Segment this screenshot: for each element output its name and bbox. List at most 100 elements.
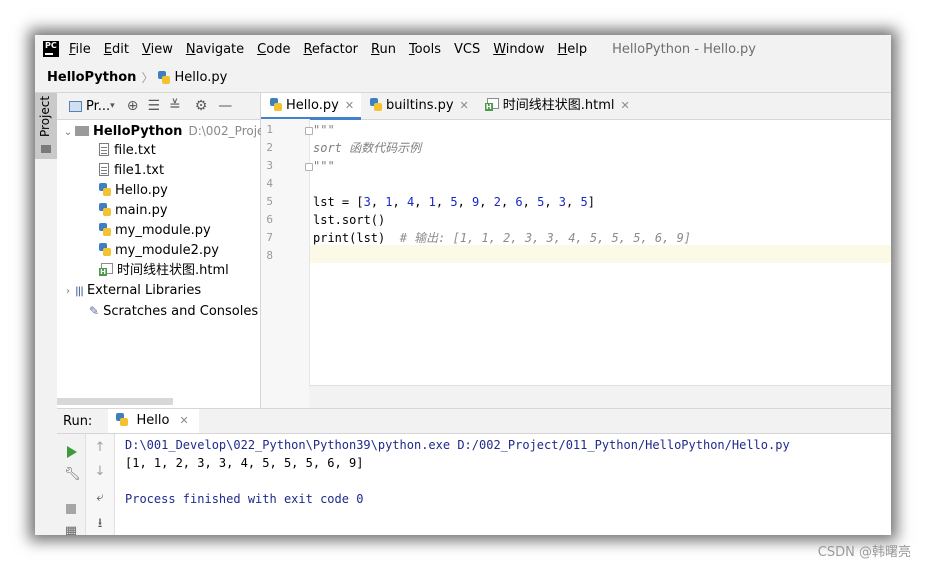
tree-item-label: my_module.py (115, 223, 211, 238)
project-view-icon (69, 100, 82, 112)
close-icon[interactable]: ✕ (621, 99, 630, 112)
tree-item-label: main.py (115, 203, 168, 218)
code-token: sort 函数代码示例 (313, 141, 422, 155)
menu-item-edit[interactable]: Edit (104, 42, 129, 57)
editor-tabs: Hello.py ✕ builtins.py ✕ 时间线柱状图.html ✕ (261, 93, 891, 120)
tree-item-label: Scratches and Consoles (103, 304, 259, 319)
project-horizontal-scrollbar[interactable] (57, 398, 173, 405)
tree-item[interactable]: 时间线柱状图.html (57, 261, 260, 281)
editor-tab[interactable]: Hello.py ✕ (261, 93, 362, 120)
project-tool-label: Project (38, 95, 52, 137)
line-number: 6 (266, 213, 273, 226)
code-token: , (370, 195, 386, 209)
menu-item-vcs[interactable]: VCS (454, 42, 480, 57)
tree-item[interactable]: my_module.py (57, 221, 260, 241)
html-file-icon (484, 98, 499, 111)
soft-wrap-icon[interactable]: ⤶ (93, 490, 107, 505)
console-output[interactable]: D:\001_Develop\022_Python\Python39\pytho… (125, 436, 790, 508)
menu-item-tools[interactable]: Tools (409, 42, 441, 57)
code-token: """ (313, 159, 335, 173)
breadcrumb-project[interactable]: HelloPython (47, 70, 136, 85)
code-token: lst = [ (313, 195, 364, 209)
expand-all-icon[interactable]: ☰ (147, 98, 160, 114)
arrow-up-icon[interactable]: ↑ (93, 440, 107, 455)
html-file-icon (99, 263, 113, 276)
close-icon[interactable]: ✕ (345, 99, 354, 112)
tree-item[interactable]: my_module2.py (57, 241, 260, 261)
navigation-bar: HelloPython 〉 Hello.py (35, 63, 891, 93)
menu-item-help[interactable]: Help (557, 42, 587, 57)
line-number: 5 (266, 195, 273, 208)
locate-file-icon[interactable]: ⊕ (127, 98, 139, 114)
close-icon[interactable]: ✕ (180, 414, 189, 427)
fold-marker-icon[interactable] (305, 163, 313, 171)
code-token: 6 (515, 195, 523, 209)
tree-item[interactable]: › ||| External Libraries (57, 281, 260, 301)
scroll-to-end-icon[interactable]: ⭳ (93, 514, 107, 535)
run-label: Run: (63, 413, 93, 429)
fold-marker-icon[interactable] (305, 127, 313, 135)
tree-item-label: file1.txt (114, 163, 165, 178)
code-token: , (457, 195, 473, 209)
tree-item[interactable]: file1.txt (57, 161, 260, 181)
hide-panel-icon[interactable]: — (218, 98, 232, 114)
code-line: """ (313, 121, 335, 139)
code-line: print(lst) # 输出: [1, 1, 2, 3, 3, 4, 5, 5… (313, 229, 691, 247)
line-number: 7 (266, 231, 273, 244)
tree-item[interactable]: file.txt (57, 141, 260, 161)
pycharm-logo-icon: PC (43, 41, 59, 57)
project-tree: ⌄ HelloPython D:\002_Projec file.txt file1.t… (57, 121, 271, 321)
wrench-icon[interactable]: 🔧︎ (64, 467, 81, 482)
tree-item[interactable]: Hello.py (57, 181, 260, 201)
menu-item-run[interactable]: Run (371, 42, 396, 57)
run-tab-label: Hello (136, 413, 170, 428)
menu-item-navigate[interactable]: Navigate (186, 42, 244, 57)
tree-item-path: D:\002_Projec (188, 124, 272, 138)
editor-horizontal-scrollbar[interactable] (309, 385, 891, 408)
tree-item[interactable]: ⌄ HelloPython D:\002_Projec (57, 121, 271, 143)
arrow-down-icon[interactable]: ↓ (93, 464, 107, 479)
code-token: 2 (493, 195, 501, 209)
tree-item-label: my_module2.py (115, 243, 219, 258)
chevron-down-icon[interactable]: ⌄ (61, 123, 75, 143)
editor-tab[interactable]: 时间线柱状图.html ✕ (476, 93, 637, 119)
line-number: 8 (266, 249, 273, 262)
project-tool-tab[interactable]: Project (35, 93, 57, 159)
menu-items: File Edit View Navigate Code Refactor Run Tools… (69, 42, 600, 57)
project-view-selector[interactable]: Pr... (86, 99, 110, 114)
menu-item-view[interactable]: View (142, 42, 173, 57)
scratches-icon: ✎ (89, 304, 100, 318)
code-token: # 输出: [1, 1, 2, 3, 3, 4, 5, 5, 5, 6, 9] (399, 231, 692, 245)
library-icon: ||| (75, 286, 84, 297)
tree-item-label: file.txt (114, 143, 156, 158)
gear-icon[interactable]: ⚙ (195, 98, 208, 114)
menu-item-file[interactable]: File (69, 42, 91, 57)
line-number: 1 (266, 123, 273, 136)
python-icon (116, 413, 129, 426)
code-token: , (479, 195, 494, 209)
console-line: D:\001_Develop\022_Python\Python39\pytho… (125, 438, 790, 452)
editor-tab-label: Hello.py (286, 98, 339, 113)
dropdown-arrow-icon[interactable]: ▾ (110, 101, 115, 111)
menu-item-window[interactable]: Window (493, 42, 544, 57)
line-number: 3 (266, 159, 273, 172)
window-title: HelloPython - Hello.py (612, 41, 756, 57)
code-token: , (566, 195, 581, 209)
close-icon[interactable]: ✕ (460, 99, 469, 112)
rerun-icon[interactable] (67, 446, 77, 458)
code-token: lst.sort() (313, 213, 386, 227)
menu-item-refactor[interactable]: Refactor (303, 42, 358, 57)
menu-bar: PC File Edit View Navigate Code Refactor Run To… (35, 35, 891, 63)
stop-icon[interactable] (66, 504, 76, 514)
tree-item[interactable]: ✎ Scratches and Consoles (57, 301, 260, 321)
editor-tab[interactable]: builtins.py ✕ (361, 93, 476, 119)
code-line: sort 函数代码示例 (313, 139, 421, 157)
collapse-all-icon[interactable]: ≚ (169, 98, 181, 114)
layout-icon[interactable]: ▦ (64, 524, 78, 535)
run-tab-hello[interactable]: Hello ✕ (108, 409, 199, 433)
breadcrumb-file[interactable]: Hello.py (174, 70, 227, 85)
menu-item-code[interactable]: Code (257, 42, 290, 57)
tree-item[interactable]: main.py (57, 201, 260, 221)
chevron-right-icon[interactable]: › (61, 282, 75, 302)
